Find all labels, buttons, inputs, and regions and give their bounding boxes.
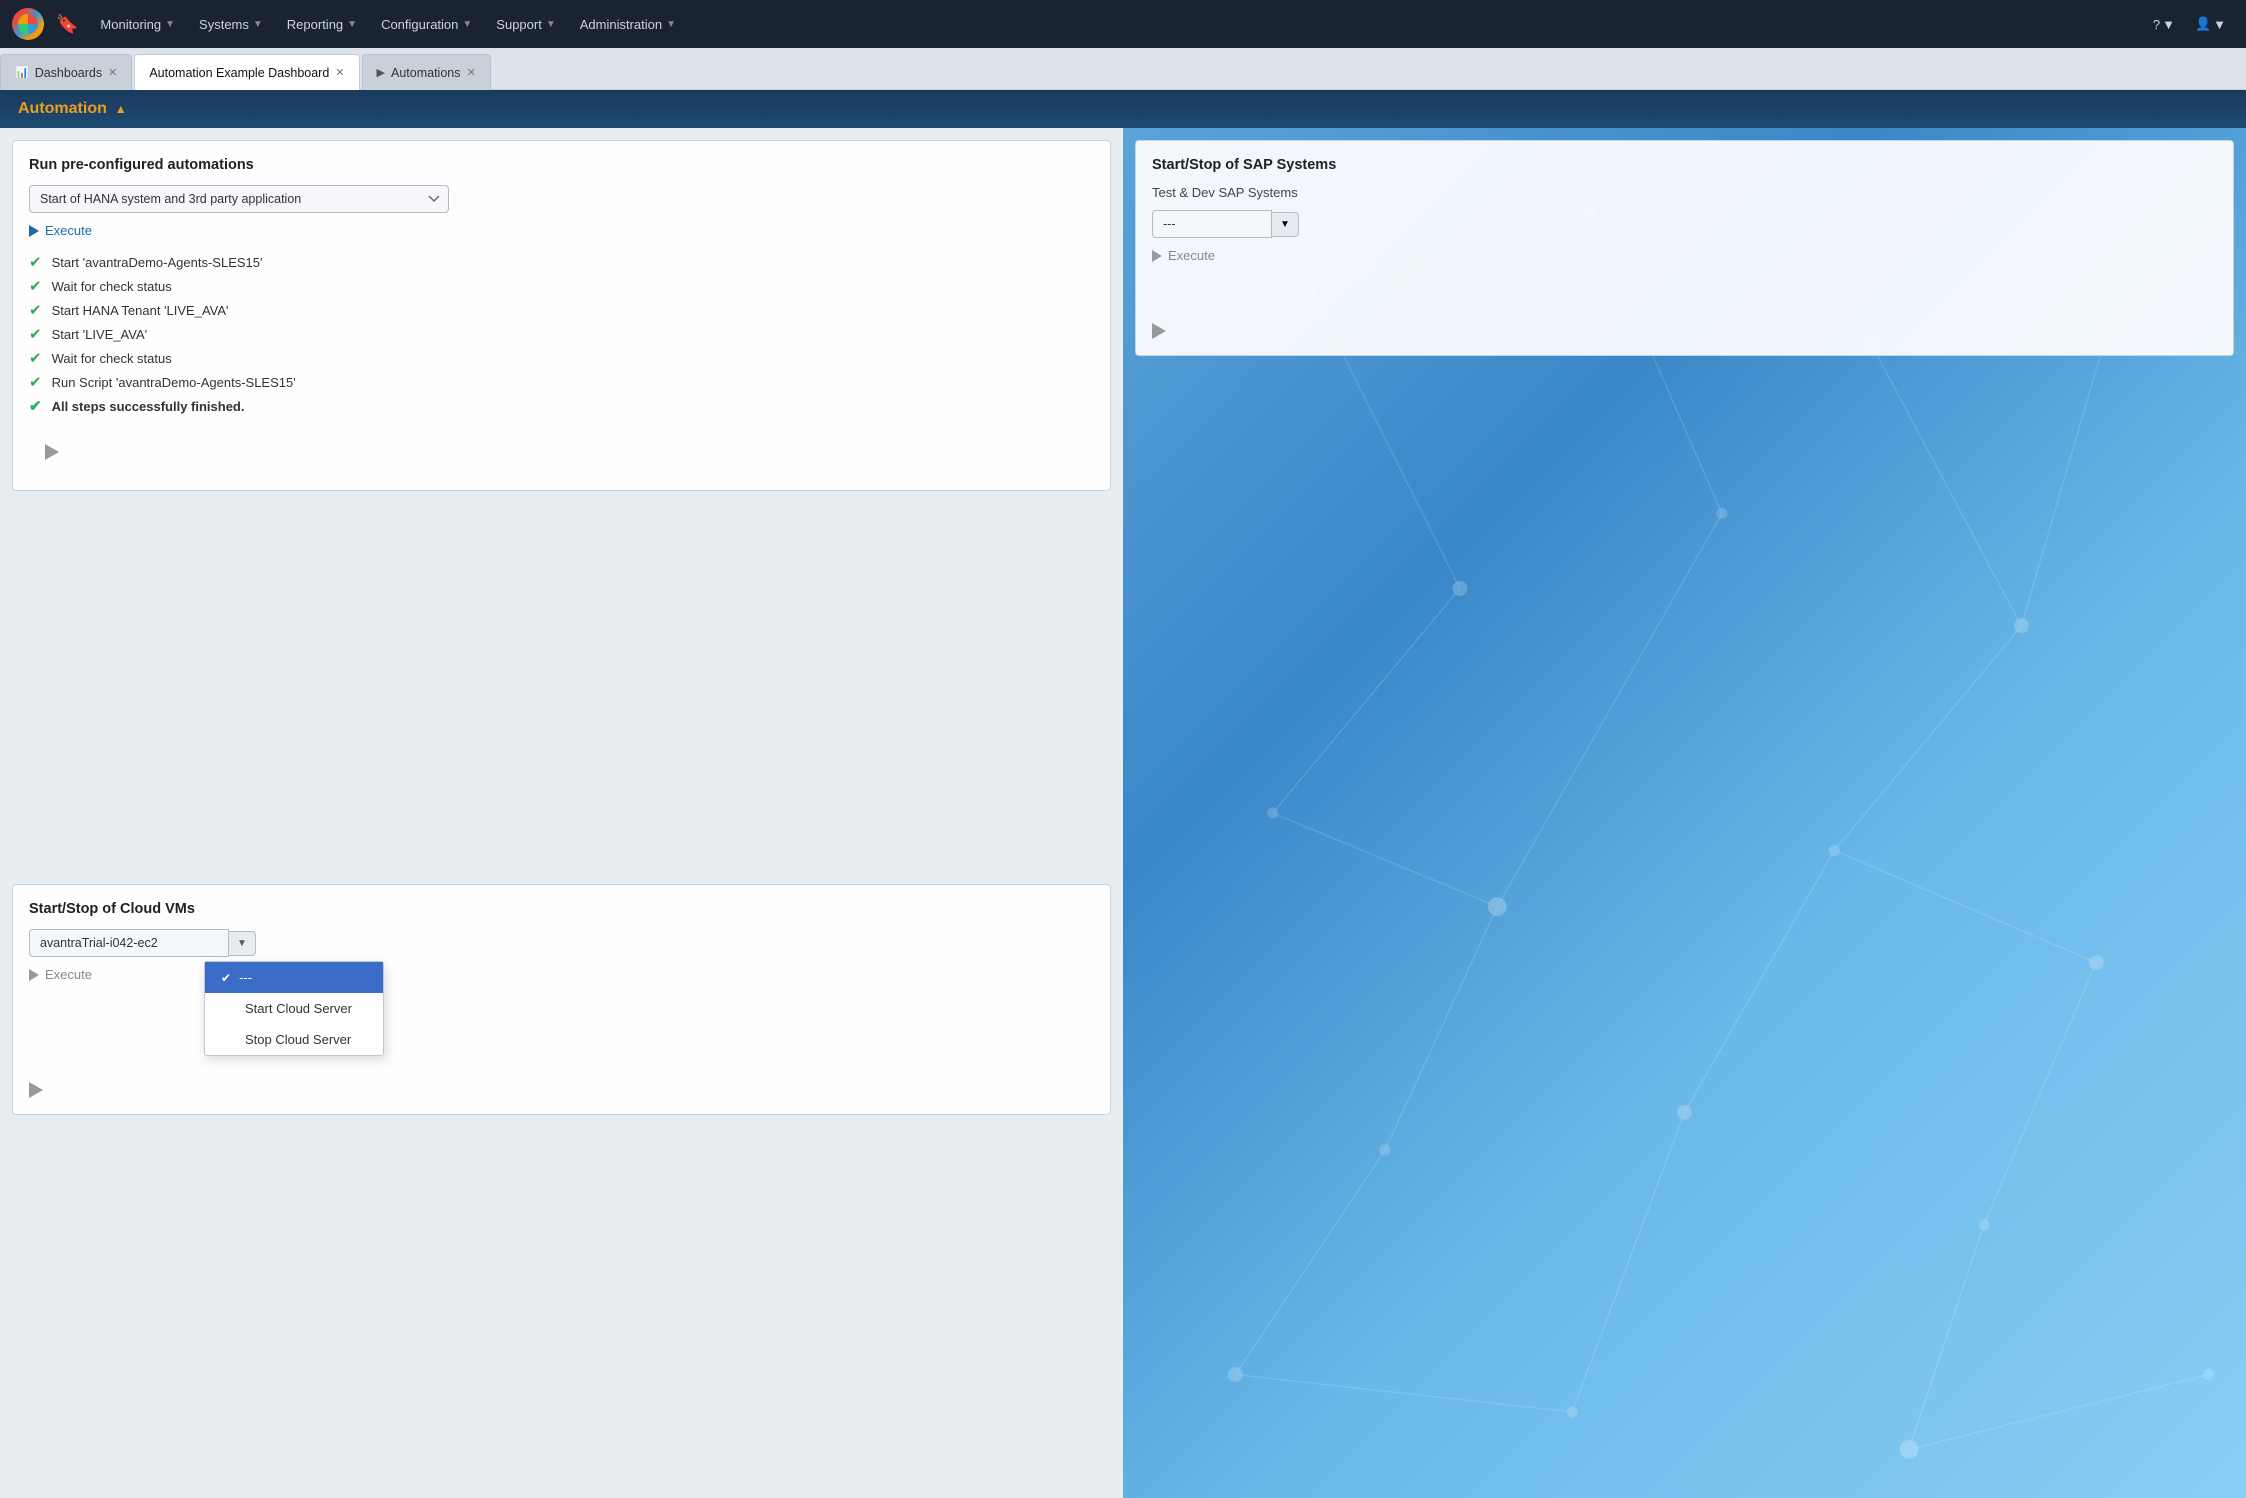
dashboards-icon: 📊 bbox=[15, 66, 29, 79]
cloud-panel: Start/Stop of Cloud VMs avantraTrial-i04… bbox=[0, 872, 1123, 1496]
nav-item-monitoring[interactable]: Monitoring ▼ bbox=[90, 11, 185, 38]
selected-checkmark-icon: ✔ bbox=[221, 971, 231, 985]
sap-execute-button[interactable]: Execute bbox=[1152, 248, 1215, 263]
sap-panel: Start/Stop of SAP Systems Test & Dev SAP… bbox=[1123, 128, 2246, 872]
bottom-play-area bbox=[45, 444, 1110, 460]
step-3: ✔ Start HANA Tenant 'LIVE_AVA' bbox=[29, 298, 1094, 322]
sap-title: Start/Stop of SAP Systems bbox=[1152, 157, 2217, 173]
check-icon-4: ✔ bbox=[29, 325, 42, 343]
check-icon-1: ✔ bbox=[29, 253, 42, 271]
preconfigured-panel: Run pre-configured automations Start of … bbox=[0, 128, 1123, 872]
chevron-down-icon: ▼ bbox=[462, 19, 472, 30]
step-6: ✔ Run Script 'avantraDemo-Agents-SLES15' bbox=[29, 370, 1094, 394]
chevron-down-icon: ▼ bbox=[2162, 17, 2175, 32]
dropdown-item-stop[interactable]: Stop Cloud Server bbox=[205, 1024, 383, 1055]
user-menu-button[interactable]: 👤 ▼ bbox=[2187, 10, 2234, 38]
tab-close-automations[interactable]: ✕ bbox=[466, 66, 475, 79]
sap-bottom-play-button[interactable] bbox=[1152, 323, 1166, 339]
dropdown-item-start[interactable]: Start Cloud Server bbox=[205, 993, 383, 1024]
check-icon-7: ✔ bbox=[29, 397, 42, 415]
cloud-instance-select[interactable]: avantraTrial-i042-ec2 bbox=[29, 929, 229, 957]
bottom-right-empty bbox=[1123, 872, 2246, 1496]
chevron-down-icon: ▼ bbox=[2213, 17, 2226, 32]
tab-close-dashboards[interactable]: ✕ bbox=[108, 66, 117, 79]
cloud-select-arrow[interactable]: ▼ bbox=[229, 931, 256, 956]
sap-select-arrow[interactable]: ▼ bbox=[1272, 212, 1299, 237]
preconfigured-card: Run pre-configured automations Start of … bbox=[12, 140, 1111, 491]
check-icon-2: ✔ bbox=[29, 277, 42, 295]
user-icon: 👤 bbox=[2195, 16, 2211, 32]
step-2: ✔ Wait for check status bbox=[29, 274, 1094, 298]
tab-bar: 📊 Dashboards ✕ Automation Example Dashbo… bbox=[0, 48, 2246, 90]
sap-action-select[interactable]: --- bbox=[1152, 210, 1272, 238]
dropdown-item-placeholder[interactable]: ✔ --- bbox=[205, 962, 383, 993]
step-5: ✔ Wait for check status bbox=[29, 346, 1094, 370]
logo-inner bbox=[18, 14, 38, 34]
help-icon: ? bbox=[2153, 17, 2160, 32]
nav-item-administration[interactable]: Administration ▼ bbox=[570, 11, 686, 38]
tab-dashboards[interactable]: 📊 Dashboards ✕ bbox=[0, 54, 132, 90]
chevron-down-icon: ▼ bbox=[253, 19, 263, 30]
tab-automations[interactable]: ▶ Automations ✕ bbox=[362, 54, 491, 90]
section-title: Automation bbox=[18, 100, 107, 118]
automation-section-header: Automation ▲ bbox=[0, 90, 2246, 128]
preconfigured-execute-button[interactable]: Execute bbox=[29, 223, 92, 238]
page: 🔖 Monitoring ▼ Systems ▼ Reporting ▼ Con… bbox=[0, 0, 2246, 1498]
nav-item-reporting[interactable]: Reporting ▼ bbox=[277, 11, 367, 38]
main-grid: Run pre-configured automations Start of … bbox=[0, 128, 2246, 1496]
step-1: ✔ Start 'avantraDemo-Agents-SLES15' bbox=[29, 250, 1094, 274]
cloud-title: Start/Stop of Cloud VMs bbox=[29, 901, 1094, 917]
automation-steps-list: ✔ Start 'avantraDemo-Agents-SLES15' ✔ Wa… bbox=[29, 250, 1094, 418]
nav-right-actions: ? ▼ 👤 ▼ bbox=[2145, 10, 2234, 38]
cloud-card: Start/Stop of Cloud VMs avantraTrial-i04… bbox=[12, 884, 1111, 1115]
cloud-execute-button[interactable]: Execute bbox=[29, 967, 92, 982]
automations-play-icon: ▶ bbox=[377, 66, 385, 79]
nav-item-configuration[interactable]: Configuration ▼ bbox=[371, 11, 482, 38]
step-7-success: ✔ All steps successfully finished. bbox=[29, 394, 1094, 418]
sap-select-row: --- ▼ bbox=[1152, 210, 2217, 238]
check-icon-6: ✔ bbox=[29, 373, 42, 391]
sap-card: Start/Stop of SAP Systems Test & Dev SAP… bbox=[1135, 140, 2234, 356]
step-4: ✔ Start 'LIVE_AVA' bbox=[29, 322, 1094, 346]
sap-execute-play-icon bbox=[1152, 250, 1162, 262]
app-logo bbox=[12, 8, 44, 40]
help-button[interactable]: ? ▼ bbox=[2145, 11, 2183, 38]
chevron-down-icon: ▼ bbox=[666, 19, 676, 30]
cloud-action-dropdown: ✔ --- Start Cloud Server Stop Cloud Serv… bbox=[204, 961, 384, 1056]
top-navigation: 🔖 Monitoring ▼ Systems ▼ Reporting ▼ Con… bbox=[0, 0, 2246, 48]
execute-play-icon bbox=[29, 225, 39, 237]
bookmark-icon[interactable]: 🔖 bbox=[56, 14, 78, 35]
check-icon-3: ✔ bbox=[29, 301, 42, 319]
chevron-down-icon: ▼ bbox=[347, 19, 357, 30]
cloud-execute-play-icon bbox=[29, 969, 39, 981]
main-content-area: Run pre-configured automations Start of … bbox=[0, 128, 2246, 1498]
sap-subtitle: Test & Dev SAP Systems bbox=[1152, 185, 2217, 200]
chevron-down-icon: ▼ bbox=[165, 19, 175, 30]
chevron-down-icon: ▼ bbox=[546, 19, 556, 30]
bottom-play-button[interactable] bbox=[45, 444, 59, 460]
preconfigured-title: Run pre-configured automations bbox=[29, 157, 1094, 173]
preconfigured-select[interactable]: Start of HANA system and 3rd party appli… bbox=[29, 185, 449, 213]
check-icon-5: ✔ bbox=[29, 349, 42, 367]
tab-close-automation[interactable]: ✕ bbox=[335, 66, 344, 79]
tab-automation-example[interactable]: Automation Example Dashboard ✕ bbox=[134, 54, 359, 90]
nav-item-support[interactable]: Support ▼ bbox=[486, 11, 565, 38]
cloud-bottom-play-button[interactable] bbox=[29, 1082, 43, 1098]
nav-item-systems[interactable]: Systems ▼ bbox=[189, 11, 273, 38]
cloud-select-row: avantraTrial-i042-ec2 ▼ ✔ --- Start Cl bbox=[29, 929, 1094, 957]
section-caret-up-icon[interactable]: ▲ bbox=[115, 102, 127, 116]
